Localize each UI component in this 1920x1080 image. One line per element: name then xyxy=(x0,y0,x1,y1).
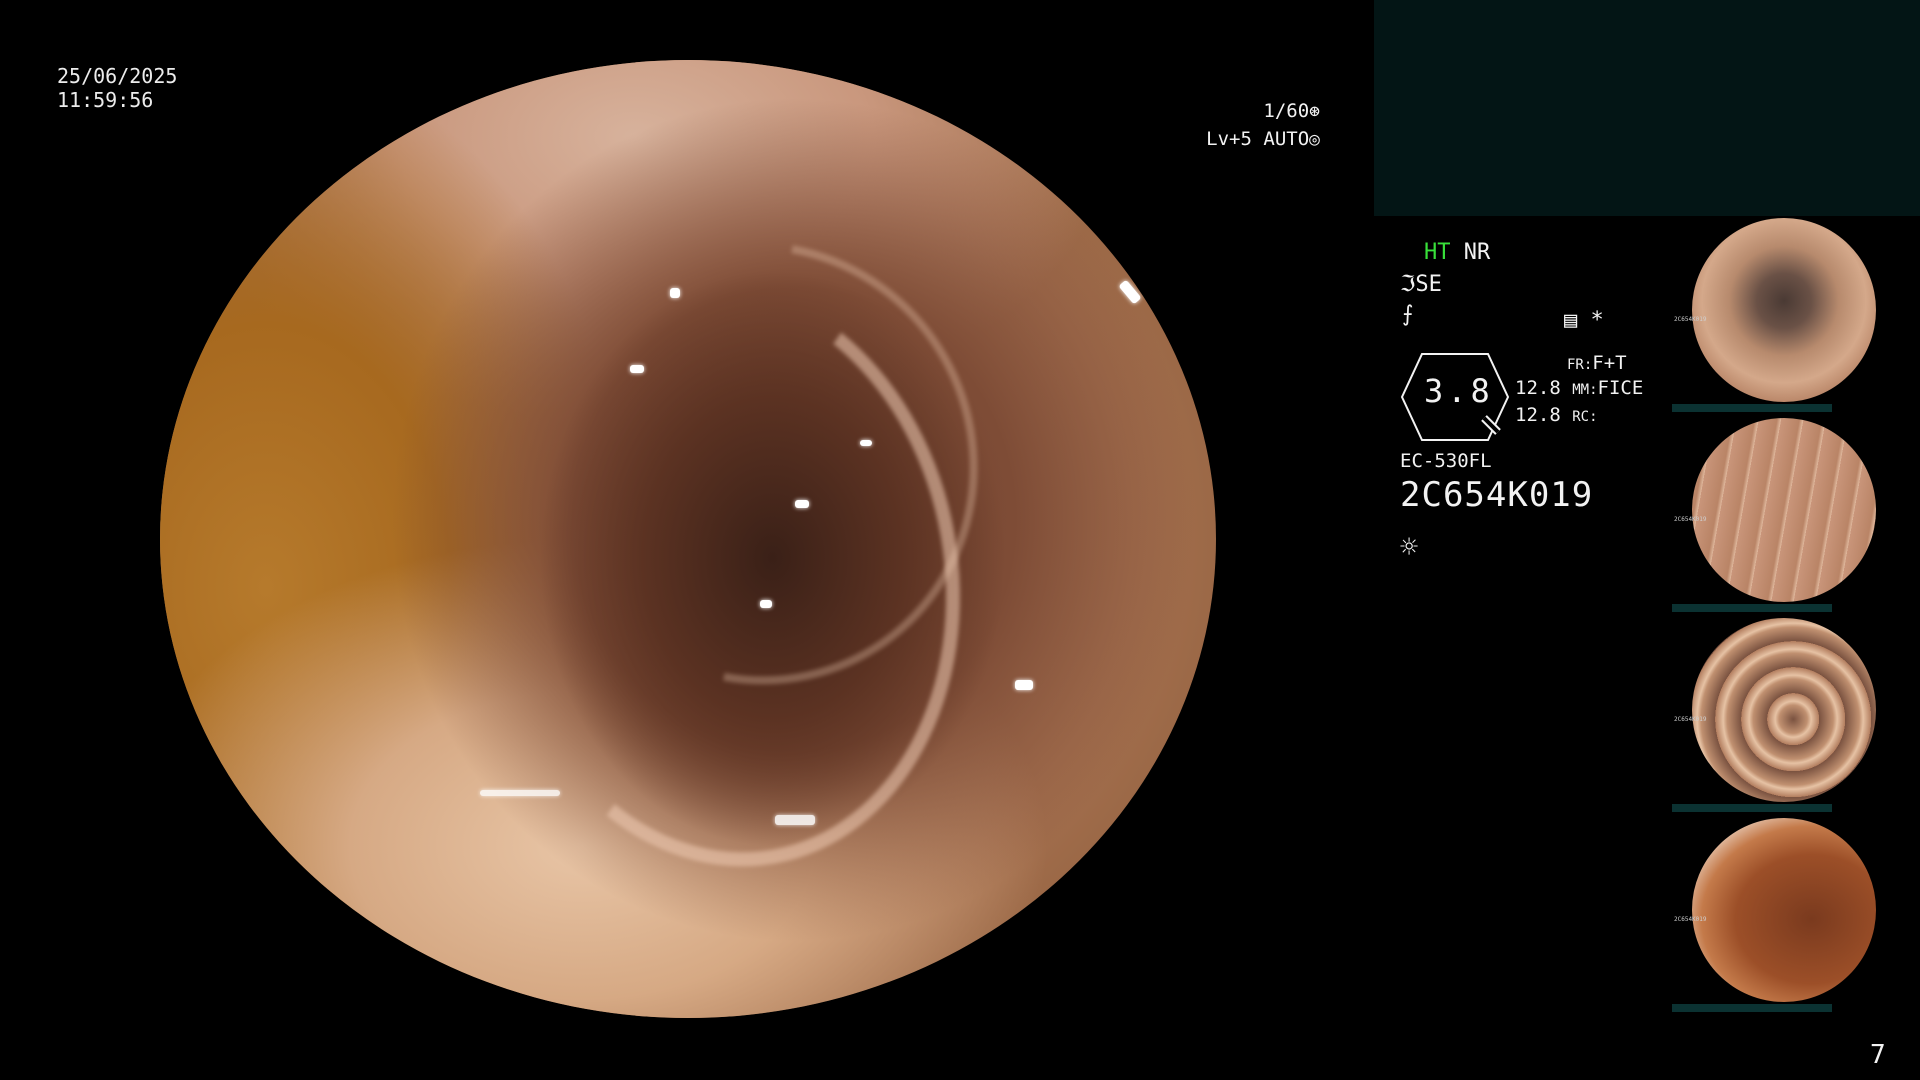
structure-enhancement-icon: ℑ xyxy=(1400,272,1416,297)
thumbnail[interactable]: 2C654K019 xyxy=(1672,216,1920,412)
setting-value-1: 12.8 xyxy=(1515,377,1561,399)
level-readout: Lv+5 AUTO◎ xyxy=(1190,128,1320,150)
light-reflection xyxy=(795,500,809,508)
zoom-value: 3.8 xyxy=(1424,372,1494,410)
light-reflection xyxy=(760,600,772,608)
thumbnail-bar xyxy=(1672,804,1832,812)
record-icon: ▤ xyxy=(1564,308,1578,333)
thumbnail-bar xyxy=(1672,1004,1832,1012)
asterisk-indicator: * xyxy=(1590,308,1604,333)
thumbnail[interactable]: 2C654K019 xyxy=(1672,616,1920,812)
thumbnail-label: 2C654K019 xyxy=(1674,316,1707,323)
light-reflection xyxy=(775,815,815,825)
mode-value: AUTO xyxy=(1263,128,1310,150)
fr-key: FR: xyxy=(1567,357,1593,373)
thumbnail[interactable]: 2C654K019 xyxy=(1672,816,1920,1012)
info-panel xyxy=(1374,0,1920,216)
thumbnail-label: 2C654K019 xyxy=(1674,716,1707,723)
endoscope-view xyxy=(160,60,1216,1018)
freeze-icon: ⨍ xyxy=(1402,302,1414,327)
se-indicator: SE xyxy=(1415,272,1442,297)
scope-serial: 2C654K019 xyxy=(1400,475,1594,515)
scope-model: EC-530FL xyxy=(1400,450,1492,472)
mm-value: FICE xyxy=(1597,377,1644,399)
mm-key: MM: xyxy=(1572,382,1598,398)
rc-key: RC: xyxy=(1572,409,1598,425)
page-number: 7 xyxy=(1870,1040,1886,1070)
thumbnail-bar xyxy=(1672,604,1832,612)
light-reflection xyxy=(1015,680,1033,690)
thumbnail-image xyxy=(1692,418,1876,602)
shutter-readout: 1/60⊛ xyxy=(1190,100,1320,122)
thumbnail[interactable]: 2C654K019 xyxy=(1672,416,1920,612)
image-settings: FR:F+T 12.8 MM:FICE 12.8 RC: xyxy=(1515,350,1665,440)
light-reflection xyxy=(670,288,680,298)
status-block: HT NR ℑSE ⨍ ▤ * xyxy=(1400,240,1660,350)
light-reflection xyxy=(630,365,644,373)
light-source-icon: ☼ xyxy=(1400,530,1419,565)
thumbnail-image xyxy=(1692,818,1876,1002)
light-reflection xyxy=(480,790,560,796)
thumbnail-bar xyxy=(1672,404,1832,412)
thumbnail-image xyxy=(1692,218,1876,402)
level-value: Lv+5 xyxy=(1206,128,1252,150)
shutter-value: 1/60 xyxy=(1263,100,1310,122)
ht-indicator: HT xyxy=(1424,240,1451,265)
thumbnail-label: 2C654K019 xyxy=(1674,916,1707,923)
fr-value: F+T xyxy=(1592,352,1627,374)
light-reflection xyxy=(860,440,872,446)
nr-indicator: NR xyxy=(1463,240,1491,265)
thumbnail-label: 2C654K019 xyxy=(1674,516,1707,523)
thumbnail-image xyxy=(1692,618,1876,802)
setting-value-2: 12.8 xyxy=(1515,404,1561,426)
auto-iris-icon: ◎ xyxy=(1309,129,1320,150)
aperture-icon: ⊛ xyxy=(1309,101,1320,122)
